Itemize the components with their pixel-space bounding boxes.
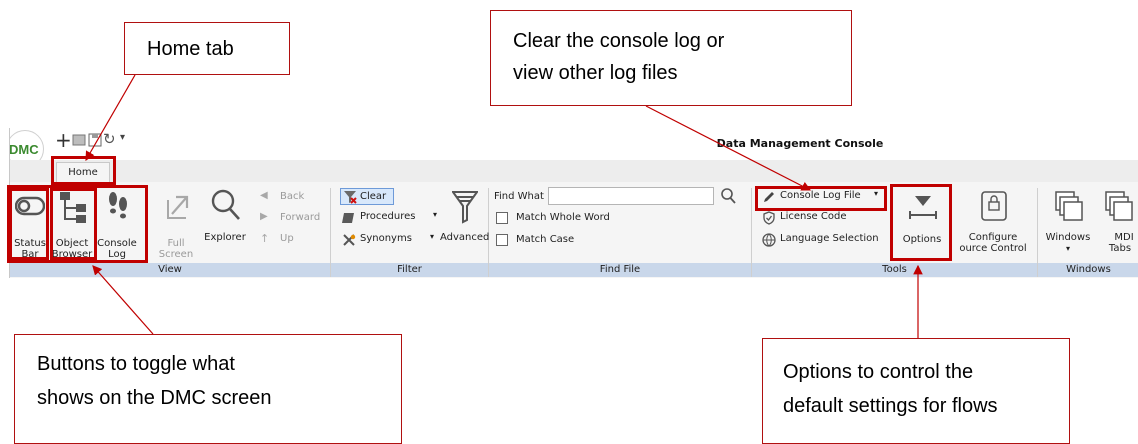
arrow-toggle-buttons — [92, 265, 154, 335]
callout-arrows — [85, 74, 923, 338]
arrow-home-tab — [85, 74, 136, 162]
arrow-console-log — [645, 105, 812, 191]
